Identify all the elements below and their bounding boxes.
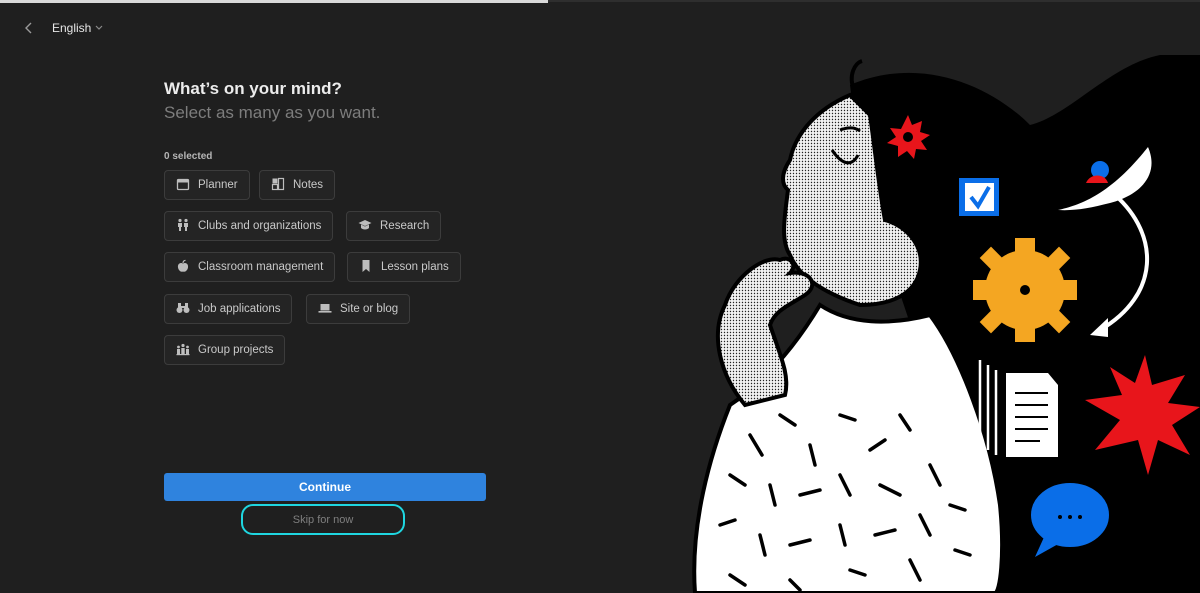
language-selector[interactable]: English — [52, 21, 103, 35]
window-top-edge — [0, 0, 548, 3]
notes-icon — [271, 177, 285, 194]
option-label: Clubs and organizations — [198, 220, 322, 232]
option-clubs[interactable]: Clubs and organizations — [164, 211, 334, 241]
back-button[interactable] — [20, 20, 38, 38]
option-label: Planner — [198, 179, 238, 191]
chevron-left-icon — [24, 21, 34, 37]
option-research[interactable]: Research — [346, 211, 442, 241]
people-icon — [176, 218, 190, 235]
option-site-or-blog[interactable]: Site or blog — [306, 294, 411, 324]
option-label: Site or blog — [340, 303, 399, 315]
option-label: Job applications — [198, 303, 281, 315]
group-icon — [176, 342, 190, 359]
calendar-icon — [176, 177, 190, 194]
graduation-cap-icon — [358, 218, 372, 235]
option-notes[interactable]: Notes — [259, 170, 336, 200]
option-label: Lesson plans — [381, 261, 449, 273]
page-title: What’s on your mind? — [164, 79, 342, 98]
apple-icon — [176, 259, 190, 276]
option-label: Group projects — [198, 344, 274, 356]
binoculars-icon — [176, 301, 190, 318]
thinking-person-illustration — [692, 55, 1200, 593]
language-label: English — [52, 21, 92, 35]
skip-button[interactable]: Skip for now — [241, 504, 405, 535]
option-lesson-plans[interactable]: Lesson plans — [347, 252, 461, 282]
option-classroom-management[interactable]: Classroom management — [164, 252, 336, 282]
selected-count: 0 selected — [164, 151, 213, 162]
continue-button[interactable]: Continue — [164, 473, 486, 501]
laptop-icon — [318, 301, 332, 318]
bookmark-icon — [359, 259, 373, 276]
page-subtitle: Select as many as you want. — [164, 103, 381, 122]
window-top-edge-dark — [548, 0, 1200, 2]
option-planner[interactable]: Planner — [164, 170, 250, 200]
chevron-down-icon — [95, 23, 103, 33]
option-group-projects[interactable]: Group projects — [164, 335, 286, 365]
option-label: Classroom management — [198, 261, 324, 273]
option-label: Research — [380, 220, 430, 232]
option-job-applications[interactable]: Job applications — [164, 294, 293, 324]
option-label: Notes — [293, 179, 324, 191]
